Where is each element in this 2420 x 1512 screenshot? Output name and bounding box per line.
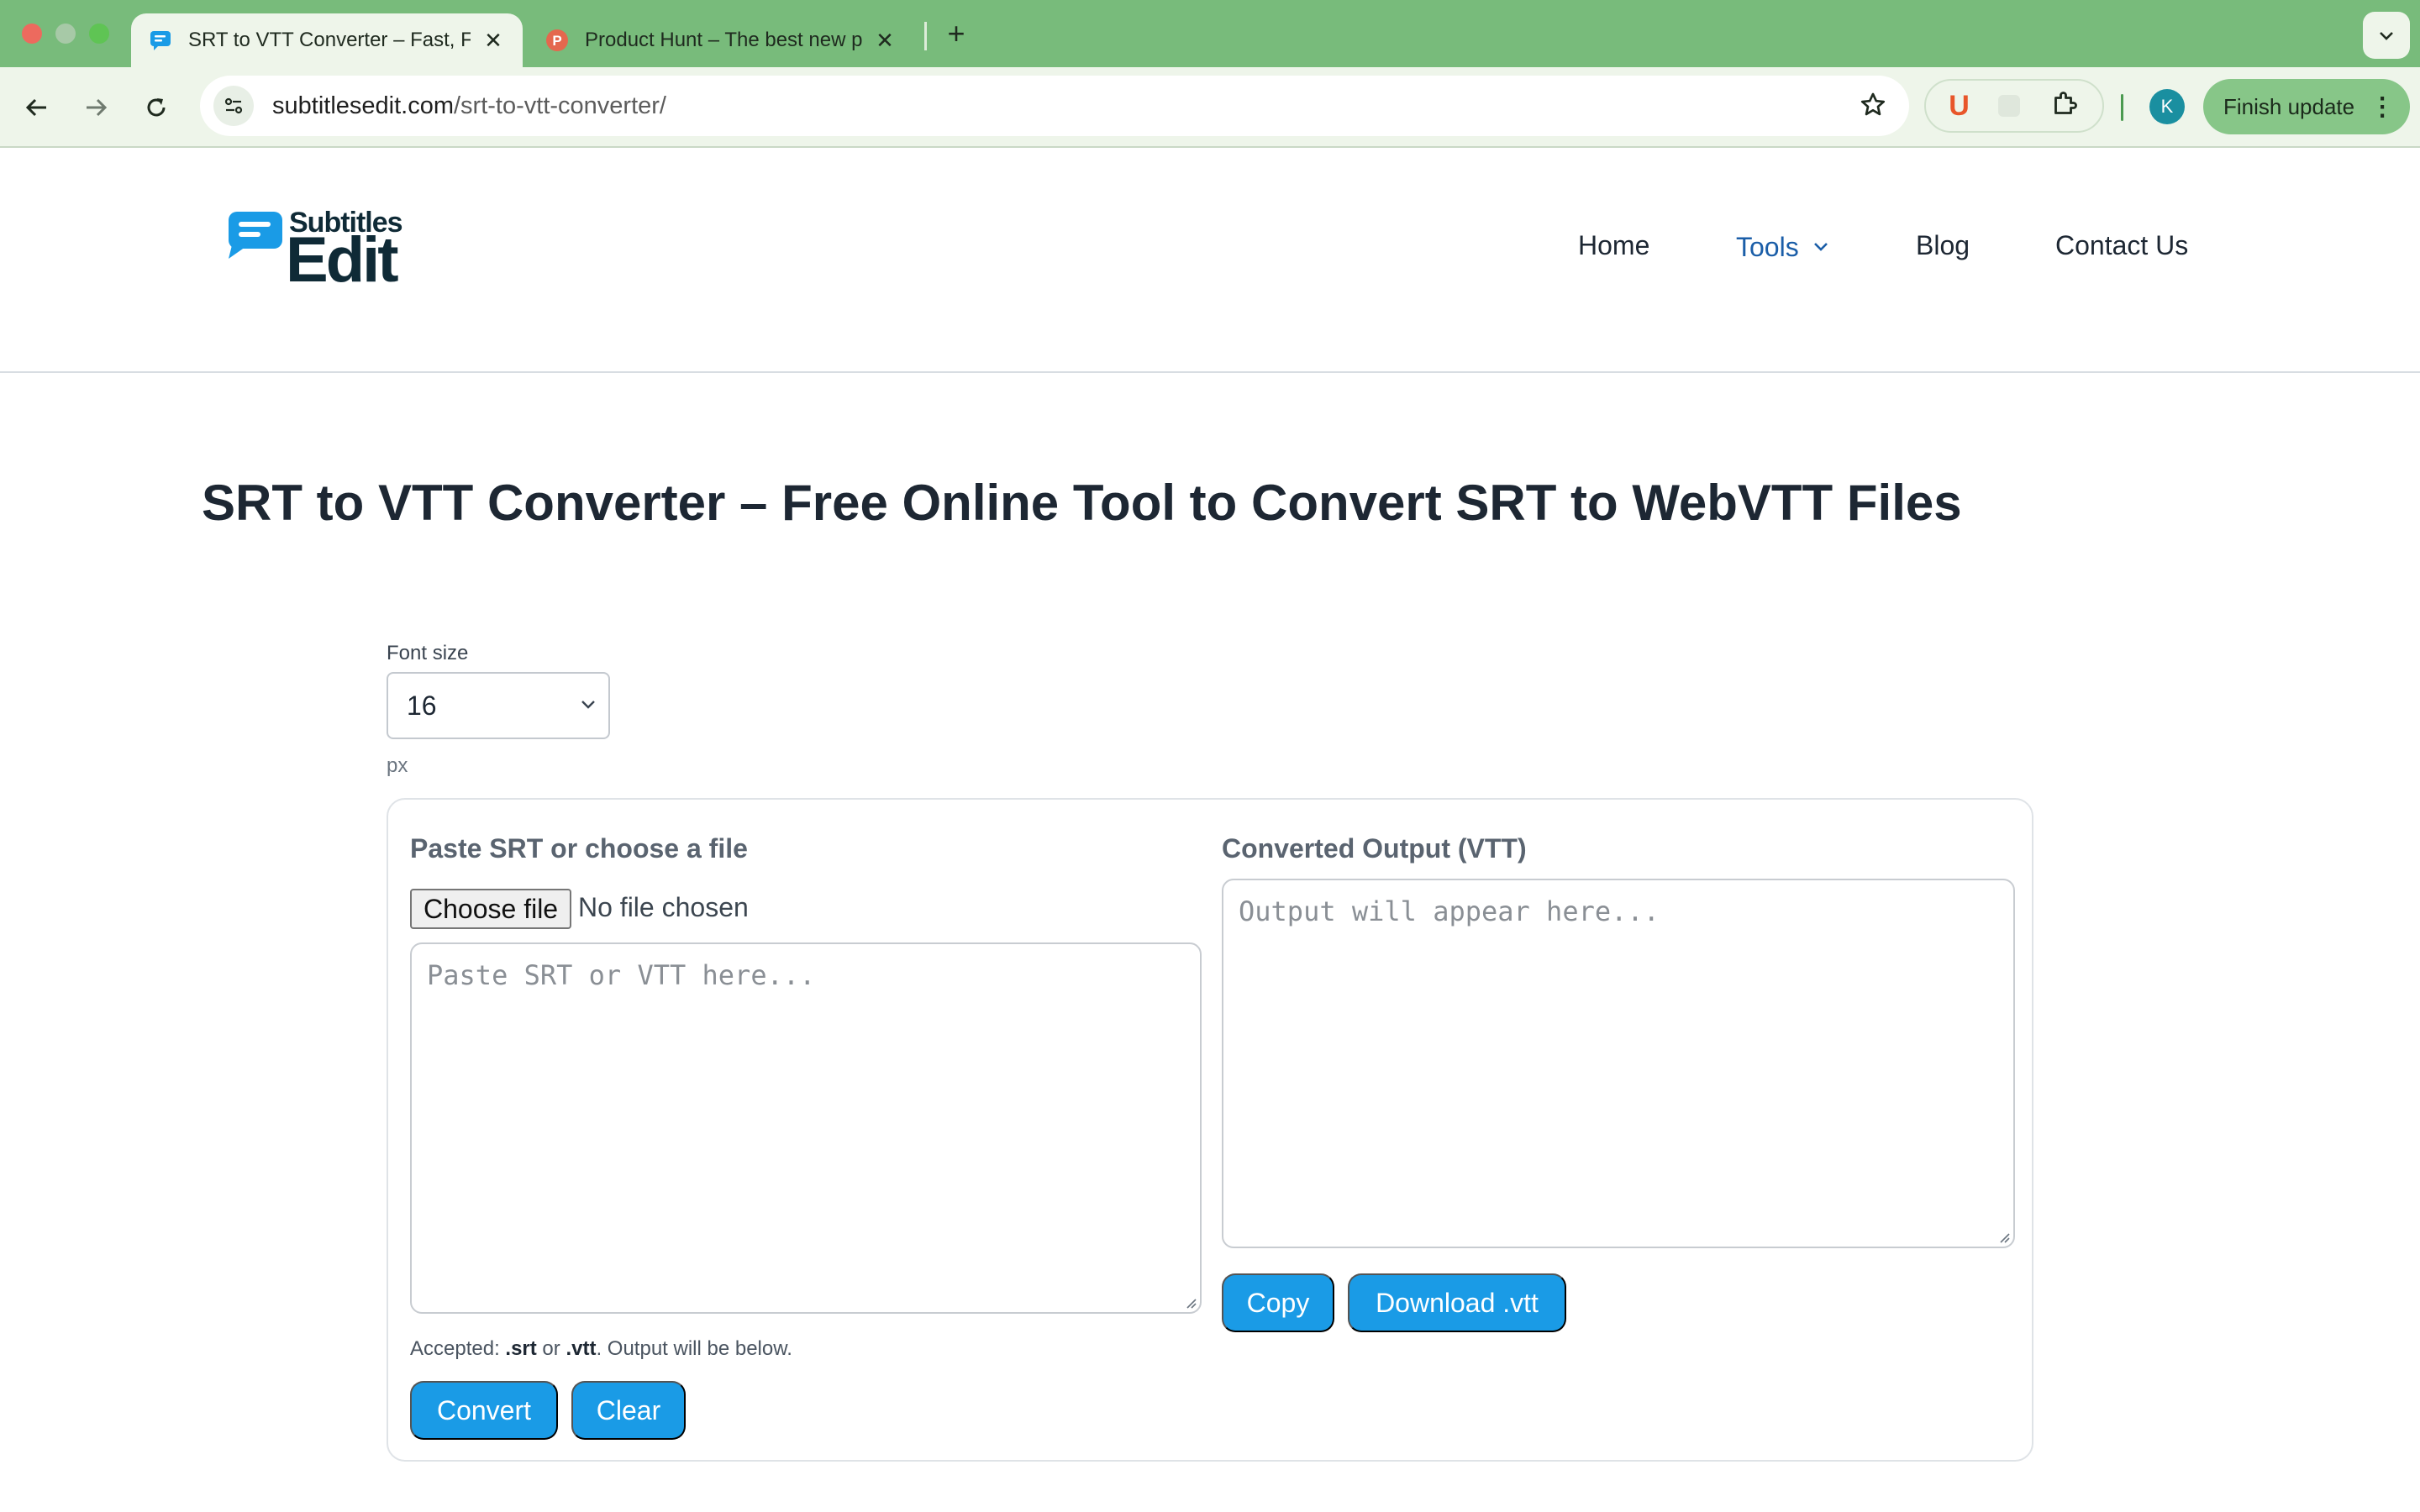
logo-text-bottom: Edit bbox=[286, 224, 399, 296]
tab-srt-to-vtt[interactable]: SRT to VTT Converter – Fast, Free & Secu… bbox=[131, 13, 523, 67]
resize-grip-icon bbox=[1186, 1299, 1197, 1309]
reload-icon bbox=[147, 98, 166, 117]
font-size-unit: px bbox=[387, 754, 408, 777]
address-bar[interactable]: subtitlesedit.com/srt-to-vtt-converter/ bbox=[200, 76, 1909, 136]
choose-file-button[interactable]: Choose file bbox=[410, 889, 572, 929]
more-vertical-icon: ⋮ bbox=[2370, 92, 2396, 121]
download-vtt-button[interactable]: Download .vtt bbox=[1348, 1273, 1566, 1332]
accepted-formats-note: Accepted: .srt or .vtt. Output will be b… bbox=[410, 1337, 792, 1361]
url-domain: subtitlesedit.com bbox=[272, 92, 454, 119]
font-size-select[interactable]: 16 bbox=[387, 672, 610, 739]
finish-update-button[interactable]: Finish update ⋮ bbox=[2203, 79, 2410, 134]
file-status-text: No file chosen bbox=[578, 892, 749, 922]
finish-update-label: Finish update bbox=[2223, 93, 2355, 119]
arrow-left-icon bbox=[25, 98, 46, 117]
converter-card: Paste SRT or choose a file Choose file N… bbox=[387, 798, 2033, 1462]
puzzle-extensions-icon[interactable] bbox=[2049, 89, 2080, 123]
subtitles-edit-favicon-icon bbox=[148, 28, 173, 53]
input-heading: Paste SRT or choose a file bbox=[410, 833, 748, 864]
accepted-ext-srt: .srt bbox=[505, 1337, 537, 1360]
tab-divider bbox=[924, 22, 927, 50]
chevron-down-icon bbox=[2380, 32, 2393, 40]
accepted-suffix: . Output will be below. bbox=[596, 1337, 792, 1360]
clear-button[interactable]: Clear bbox=[571, 1381, 686, 1440]
nav-tools-link[interactable]: Tools bbox=[1736, 230, 1829, 264]
tab-product-hunt[interactable]: P Product Hunt – The best new products i… bbox=[528, 13, 914, 67]
convert-button[interactable]: Convert bbox=[410, 1381, 558, 1440]
browser-toolbar: subtitlesedit.com/srt-to-vtt-converter/ … bbox=[0, 67, 2420, 148]
font-size-value: 16 bbox=[407, 690, 437, 721]
tab-title: SRT to VTT Converter – Fast, Free & Secu… bbox=[188, 29, 471, 51]
toolbar-divider bbox=[2121, 94, 2123, 121]
new-tab-button[interactable]: + bbox=[939, 13, 973, 55]
nav-contact-link[interactable]: Contact Us bbox=[2055, 230, 2188, 264]
window-close-button[interactable] bbox=[22, 24, 42, 44]
window-zoom-button[interactable] bbox=[89, 24, 109, 44]
profile-avatar[interactable]: K bbox=[2149, 89, 2185, 124]
vtt-output-textarea[interactable]: Output will appear here... bbox=[1222, 879, 2015, 1248]
resize-grip-icon bbox=[2000, 1233, 2010, 1243]
accepted-ext-vtt: .vtt bbox=[566, 1337, 597, 1360]
srt-input-placeholder: Paste SRT or VTT here... bbox=[427, 959, 816, 991]
url-text: subtitlesedit.com/srt-to-vtt-converter/ bbox=[272, 92, 666, 120]
output-heading: Converted Output (VTT) bbox=[1222, 833, 1527, 864]
arrow-right-icon bbox=[87, 98, 108, 117]
tab-search-button[interactable] bbox=[2363, 12, 2410, 59]
product-hunt-favicon-icon: P bbox=[544, 28, 570, 53]
nav-blog-link[interactable]: Blog bbox=[1916, 230, 1970, 264]
nav-tools-label: Tools bbox=[1736, 231, 1799, 262]
ublock-extension-icon[interactable]: U bbox=[1949, 90, 1970, 123]
url-path: /srt-to-vtt-converter/ bbox=[454, 92, 666, 119]
extension-icon[interactable] bbox=[1998, 95, 2021, 117]
bookmark-star-icon[interactable] bbox=[1859, 91, 1887, 123]
reload-button[interactable] bbox=[134, 86, 178, 129]
page-title: SRT to VTT Converter – Free Online Tool … bbox=[202, 475, 1962, 531]
site-settings-icon[interactable] bbox=[213, 86, 254, 126]
nav-home-link[interactable]: Home bbox=[1578, 230, 1649, 264]
srt-input-textarea[interactable]: Paste SRT or VTT here... bbox=[410, 942, 1202, 1314]
copy-button[interactable]: Copy bbox=[1222, 1273, 1334, 1332]
chevron-down-icon bbox=[581, 701, 595, 709]
site-header: Subtitles Edit Home Tools Blog Contact U… bbox=[0, 148, 2420, 373]
tab-title: Product Hunt – The best new products in … bbox=[585, 29, 862, 51]
svg-text:P: P bbox=[552, 33, 561, 49]
window-minimize-button[interactable] bbox=[55, 24, 76, 44]
close-tab-icon[interactable]: ✕ bbox=[872, 28, 897, 54]
extensions-group: U bbox=[1924, 79, 2104, 133]
close-tab-icon[interactable]: ✕ bbox=[481, 28, 506, 54]
vtt-output-placeholder: Output will appear here... bbox=[1239, 895, 1660, 927]
chevron-down-icon bbox=[1813, 243, 1828, 251]
accepted-or: or bbox=[536, 1337, 566, 1360]
site-logo[interactable]: Subtitles Edit bbox=[227, 207, 437, 309]
forward-button[interactable] bbox=[74, 86, 118, 129]
font-size-label: Font size bbox=[387, 642, 469, 664]
back-button[interactable] bbox=[15, 86, 59, 129]
logo-speech-bubble-icon bbox=[229, 212, 282, 259]
accepted-prefix: Accepted: bbox=[410, 1337, 506, 1360]
